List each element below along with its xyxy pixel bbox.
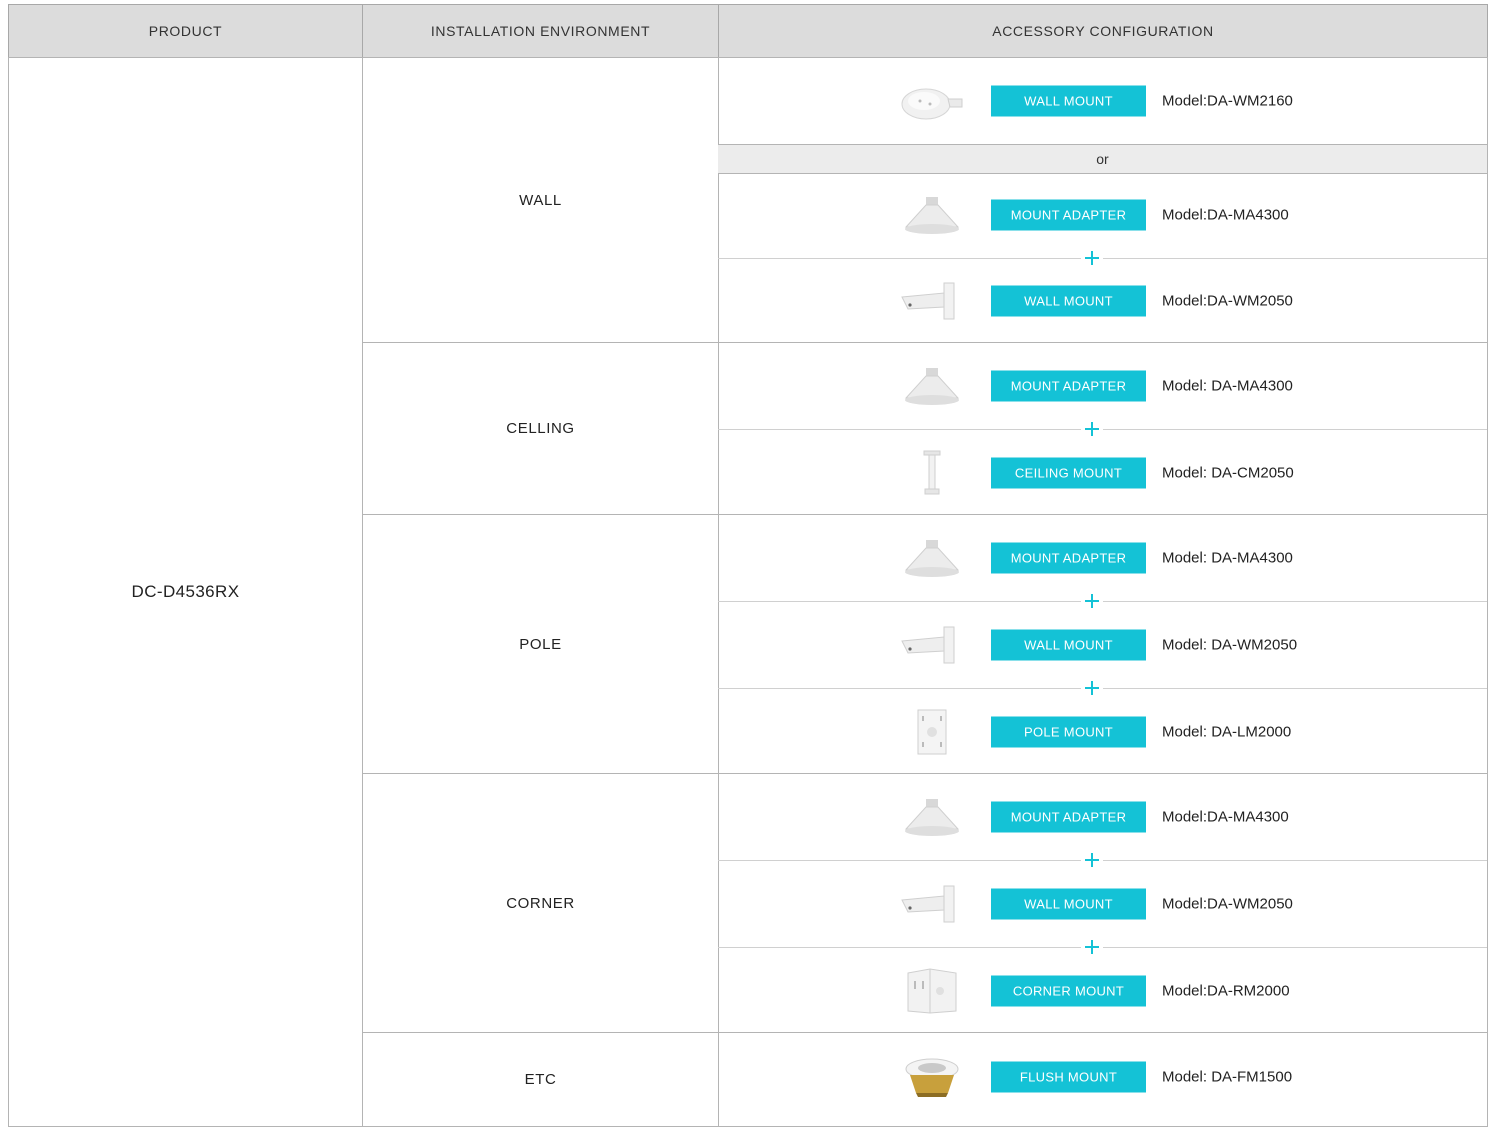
model-number: Model:DA-MA4300	[1162, 808, 1289, 826]
accessory-group-pole: MOUNT ADAPTER Model: DA-MA4300 WALL MOUN…	[718, 514, 1488, 774]
accessory-row: WALL MOUNT Model:DA-WM2160	[718, 58, 1487, 144]
environment-celling: CELLING	[362, 342, 719, 515]
mount-adapter-badge: MOUNT ADAPTER	[991, 542, 1146, 574]
mount-adapter-icon	[900, 793, 964, 841]
ceiling-mount-badge: CEILING MOUNT	[991, 457, 1146, 488]
header-installation-environment: INSTALLATION ENVIRONMENT	[362, 4, 719, 58]
ceiling-pipe-icon	[900, 449, 964, 497]
accessory-row: MOUNT ADAPTER Model: DA-MA4300	[718, 343, 1487, 429]
accessory-row: FLUSH MOUNT Model: DA-FM1500	[718, 1033, 1487, 1121]
accessory-group-etc: FLUSH MOUNT Model: DA-FM1500	[718, 1032, 1488, 1127]
model-number: Model: DA-WM2050	[1162, 636, 1298, 653]
accessory-group-corner: MOUNT ADAPTER Model:DA-MA4300 WALL MOUNT…	[718, 773, 1488, 1033]
accessory-group-celling: MOUNT ADAPTER Model: DA-MA4300 CEILING M…	[718, 342, 1488, 515]
flush-mount-badge: FLUSH MOUNT	[991, 1061, 1146, 1093]
environment-corner: CORNER	[362, 773, 719, 1033]
accessory-group-wall: WALL MOUNT Model:DA-WM2160 or MOUNT ADAP…	[718, 57, 1488, 343]
mount-adapter-icon	[900, 362, 964, 410]
accessory-row: MOUNT ADAPTER Model:DA-MA4300	[718, 172, 1487, 258]
wall-mount-arm-icon	[900, 880, 964, 928]
mount-adapter-badge: MOUNT ADAPTER	[991, 801, 1146, 833]
wall-mount-badge: WALL MOUNT	[991, 85, 1146, 117]
wall-mount-badge: WALL MOUNT	[991, 629, 1146, 660]
model-number: Model:DA-WM2160	[1162, 92, 1293, 110]
model-number: Model: DA-FM1500	[1162, 1068, 1293, 1086]
pole-mount-badge: POLE MOUNT	[991, 716, 1146, 747]
accessory-row: CEILING MOUNT Model: DA-CM2050	[718, 429, 1487, 516]
model-number: Model:DA-WM2050	[1162, 292, 1293, 310]
model-number: Model: DA-CM2050	[1162, 464, 1294, 481]
environment-etc: ETC	[362, 1032, 719, 1127]
wall-mount-arm-icon	[900, 277, 964, 325]
product-name: DC-D4536RX	[8, 57, 363, 1127]
mount-adapter-badge: MOUNT ADAPTER	[991, 199, 1146, 231]
accessory-table: PRODUCT INSTALLATION ENVIRONMENT ACCESSO…	[8, 4, 1488, 1127]
wall-mount-arm-icon	[900, 621, 964, 669]
or-divider: or	[718, 144, 1487, 174]
corner-bracket-icon	[900, 967, 964, 1015]
environment-wall: WALL	[362, 57, 719, 343]
accessory-row: WALL MOUNT Model:DA-WM2050	[718, 860, 1487, 947]
model-number: Model:DA-RM2000	[1162, 982, 1290, 999]
header-accessory-configuration: ACCESSORY CONFIGURATION	[718, 4, 1488, 58]
accessory-row: CORNER MOUNT Model:DA-RM2000	[718, 947, 1487, 1034]
mount-adapter-badge: MOUNT ADAPTER	[991, 370, 1146, 402]
accessory-row: POLE MOUNT Model: DA-LM2000	[718, 688, 1487, 775]
accessory-row: MOUNT ADAPTER Model: DA-MA4300	[718, 515, 1487, 601]
header-product: PRODUCT	[8, 4, 363, 58]
model-number: Model:DA-MA4300	[1162, 206, 1289, 224]
model-number: Model: DA-LM2000	[1162, 723, 1292, 740]
environment-pole: POLE	[362, 514, 719, 774]
wall-mount-badge: WALL MOUNT	[991, 888, 1146, 919]
model-number: Model: DA-MA4300	[1162, 549, 1293, 567]
flush-mount-icon	[900, 1053, 964, 1101]
mount-adapter-icon	[900, 191, 964, 239]
accessory-row: WALL MOUNT Model: DA-WM2050	[718, 601, 1487, 688]
pole-plate-icon	[900, 708, 964, 756]
corner-mount-badge: CORNER MOUNT	[991, 975, 1146, 1006]
mount-adapter-icon	[900, 534, 964, 582]
round-wall-mount-icon	[900, 77, 964, 125]
model-number: Model:DA-WM2050	[1162, 895, 1293, 912]
accessory-row: MOUNT ADAPTER Model:DA-MA4300	[718, 774, 1487, 860]
model-number: Model: DA-MA4300	[1162, 377, 1293, 395]
wall-mount-badge: WALL MOUNT	[991, 285, 1146, 317]
accessory-row: WALL MOUNT Model:DA-WM2050	[718, 258, 1487, 344]
